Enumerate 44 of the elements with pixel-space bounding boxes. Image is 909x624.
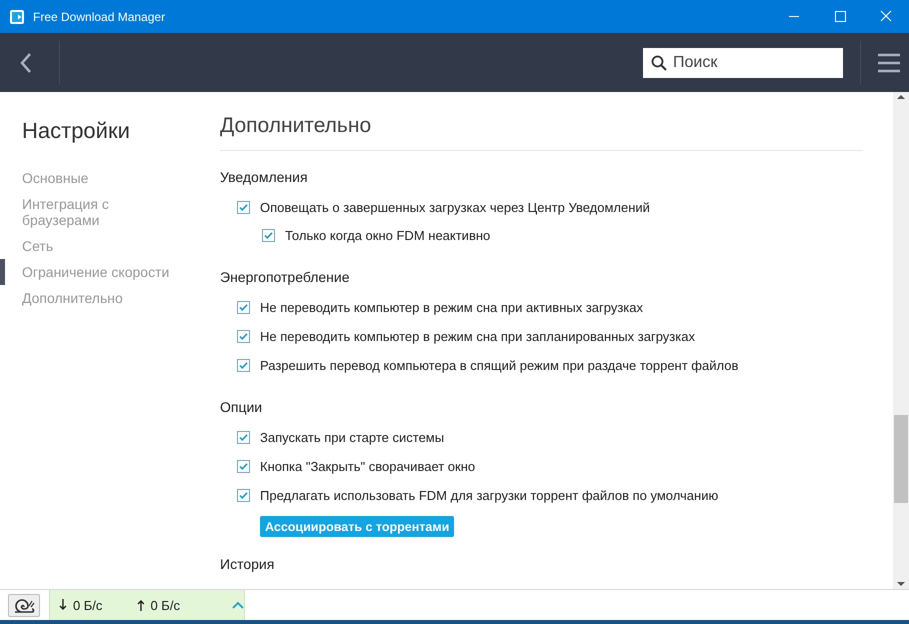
download-speed: 0 Б/с bbox=[72, 598, 104, 612]
sidebar-item[interactable]: Интеграция с браузерами bbox=[0, 191, 194, 233]
upload-speed: 0 Б/с bbox=[150, 598, 181, 612]
chevron-up-icon[interactable] bbox=[232, 601, 244, 609]
section-heading: История bbox=[220, 556, 276, 572]
download-arrow-icon bbox=[59, 599, 67, 611]
checkbox[interactable] bbox=[237, 359, 250, 372]
section-heading: Энергопотребление bbox=[220, 269, 351, 285]
option-label: Кнопка "Закрыть" сворачивает окно bbox=[260, 459, 476, 474]
checkbox[interactable] bbox=[237, 301, 250, 314]
checkbox[interactable] bbox=[237, 330, 250, 343]
checkbox[interactable] bbox=[237, 460, 250, 473]
page-title: Дополнительно bbox=[220, 114, 863, 151]
sidebar-item[interactable]: Основные bbox=[0, 165, 194, 191]
option-label: Не переводить компьютер в режим сна при активных загрузках bbox=[260, 300, 644, 315]
option-label: Разрешить перевод компьютера в спящий режим при раздаче торрент файлов bbox=[260, 358, 738, 373]
sidebar-item[interactable]: Дополнительно bbox=[0, 285, 194, 311]
checkbox[interactable] bbox=[237, 489, 250, 502]
back-icon[interactable] bbox=[19, 52, 33, 74]
section-heading: Опции bbox=[220, 399, 264, 415]
app-icon bbox=[9, 8, 25, 24]
search-field[interactable]: Поиск bbox=[643, 48, 843, 78]
snail-button[interactable] bbox=[8, 594, 40, 617]
section-heading: Уведомления bbox=[220, 169, 309, 185]
sidebar-item[interactable]: Сеть bbox=[0, 233, 194, 259]
menu-icon[interactable] bbox=[878, 52, 900, 72]
sidebar-item[interactable]: Ограничение скорости bbox=[0, 259, 194, 285]
window-title: Free Download Manager bbox=[33, 10, 166, 24]
speed-panel[interactable]: 0 Б/с 0 Б/с bbox=[49, 590, 245, 620]
option-label: Не переводить компьютер в режим сна при запланированных загрузках bbox=[260, 329, 695, 344]
option-label: Только когда окно FDM неактивно bbox=[285, 228, 490, 243]
sidebar-title: Настройки bbox=[21, 118, 131, 144]
checkbox[interactable] bbox=[262, 229, 275, 242]
checkbox[interactable] bbox=[237, 201, 250, 214]
option-label: Запускать при старте системы bbox=[260, 430, 444, 445]
option-label: Предлагать использовать FDM для загрузки торрент файлов по умолчанию bbox=[260, 488, 718, 503]
scrollbar[interactable] bbox=[893, 92, 909, 589]
scrollbar-thumb[interactable] bbox=[894, 415, 908, 503]
associate-button[interactable]: Ассоциировать с торрентами bbox=[260, 516, 454, 537]
search-icon bbox=[651, 54, 667, 70]
snail-icon bbox=[13, 598, 35, 614]
option-label: Оповещать о завершенных загрузках через Центр Уведомлений bbox=[260, 200, 650, 215]
upload-arrow-icon bbox=[136, 599, 144, 611]
checkbox[interactable] bbox=[237, 431, 250, 444]
